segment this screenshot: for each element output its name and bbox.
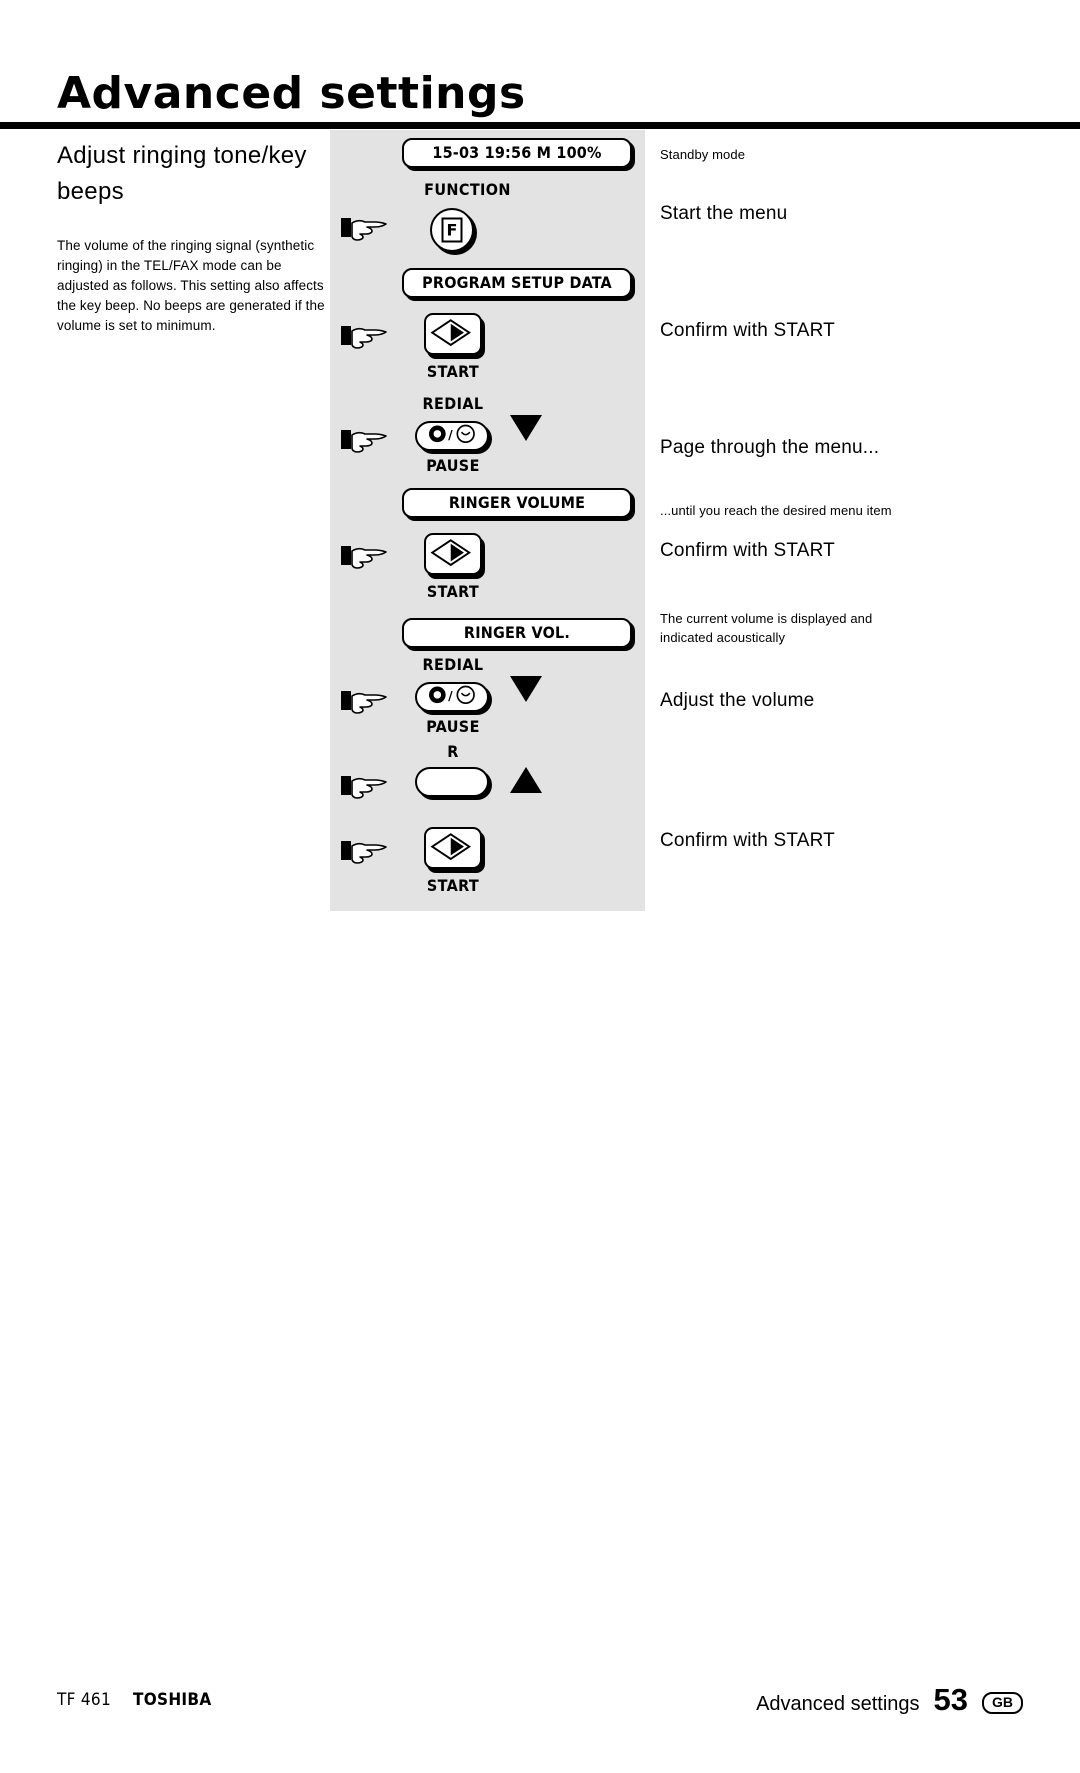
annotation-start-the-menu: Start the menu xyxy=(660,203,788,224)
annotation-confirm-start-3: Confirm with START xyxy=(660,830,835,851)
start-key-label-1: START xyxy=(426,362,480,381)
annotation-page-through: Page through the menu... xyxy=(660,437,880,458)
scroll-down-arrow-2 xyxy=(510,676,542,702)
function-key-glyph: F xyxy=(441,217,463,243)
r-key-button[interactable] xyxy=(415,767,489,797)
start-key-button-3[interactable] xyxy=(424,827,482,869)
left-text-column: Adjust ringing tone/key beeps The volume… xyxy=(57,138,325,336)
svg-text:/: / xyxy=(448,427,453,442)
pointing-hand-icon-4 xyxy=(340,540,388,570)
redial-pause-key-button-2[interactable]: / xyxy=(415,682,489,712)
pause-label-2: PAUSE xyxy=(426,717,480,736)
svg-text:/: / xyxy=(448,688,453,703)
pointing-hand-icon-3 xyxy=(340,424,388,454)
title-divider xyxy=(0,122,1080,129)
lcd-program-setup-display: PROGRAM SETUP DATA xyxy=(402,268,632,298)
pointing-hand-icon-6 xyxy=(340,770,388,800)
start-key-label-3: START xyxy=(426,876,480,895)
section-body-text: The volume of the ringing signal (synthe… xyxy=(57,238,325,333)
redial-pause-key-button-1[interactable]: / xyxy=(415,421,489,451)
footer-model: TF 461 xyxy=(57,1690,111,1710)
annotation-current-volume: The current volume is displayed and indi… xyxy=(660,611,873,645)
footer-left: TF 461 TOSHIBA xyxy=(57,1690,212,1710)
start-key-label-2: START xyxy=(426,582,480,601)
step-diagram-panel: 15-03 19:56 M 100% FUNCTION F PROGRAM SE… xyxy=(330,130,645,911)
pointing-hand-icon-2 xyxy=(340,320,388,350)
function-key-label: FUNCTION xyxy=(424,180,511,199)
redial-label-1: REDIAL xyxy=(422,394,484,413)
lcd-standby-display: 15-03 19:56 M 100% xyxy=(402,138,632,168)
pointing-hand-icon-1 xyxy=(340,212,388,242)
r-key-label: R xyxy=(447,742,459,761)
pointing-hand-icon-7 xyxy=(340,835,388,865)
annotation-until-reach: ...until you reach the desired menu item xyxy=(660,503,892,518)
redial-label-2: REDIAL xyxy=(422,655,484,674)
section-heading: Adjust ringing tone/key beeps xyxy=(57,142,307,205)
footer-locale-badge: GB xyxy=(982,1692,1023,1714)
start-key-button-1[interactable] xyxy=(424,313,482,355)
pointing-hand-icon-5 xyxy=(340,685,388,715)
annotation-confirm-start-2: Confirm with START xyxy=(660,540,835,561)
footer-section: Advanced settings xyxy=(756,1693,920,1715)
annotation-adjust-volume: Adjust the volume xyxy=(660,690,815,711)
annotation-standby-mode: Standby mode xyxy=(660,147,746,162)
footer-brand: TOSHIBA xyxy=(132,1690,212,1710)
lcd-ringer-volume-display: RINGER VOLUME xyxy=(402,488,632,518)
start-key-button-2[interactable] xyxy=(424,533,482,575)
footer-right: Advanced settings 53 GB xyxy=(756,1682,1023,1718)
annotation-confirm-start-1: Confirm with START xyxy=(660,320,835,341)
scroll-up-arrow xyxy=(510,767,542,793)
pause-label-1: PAUSE xyxy=(426,456,480,475)
lcd-ringer-vol-display: RINGER VOL. xyxy=(402,618,632,648)
function-key-button[interactable]: F xyxy=(430,208,474,252)
manual-page: Advanced settings Adjust ringing tone/ke… xyxy=(0,0,1080,1773)
footer-page-number: 53 xyxy=(933,1682,968,1717)
page-title: Advanced settings xyxy=(57,68,526,119)
scroll-down-arrow-1 xyxy=(510,415,542,441)
